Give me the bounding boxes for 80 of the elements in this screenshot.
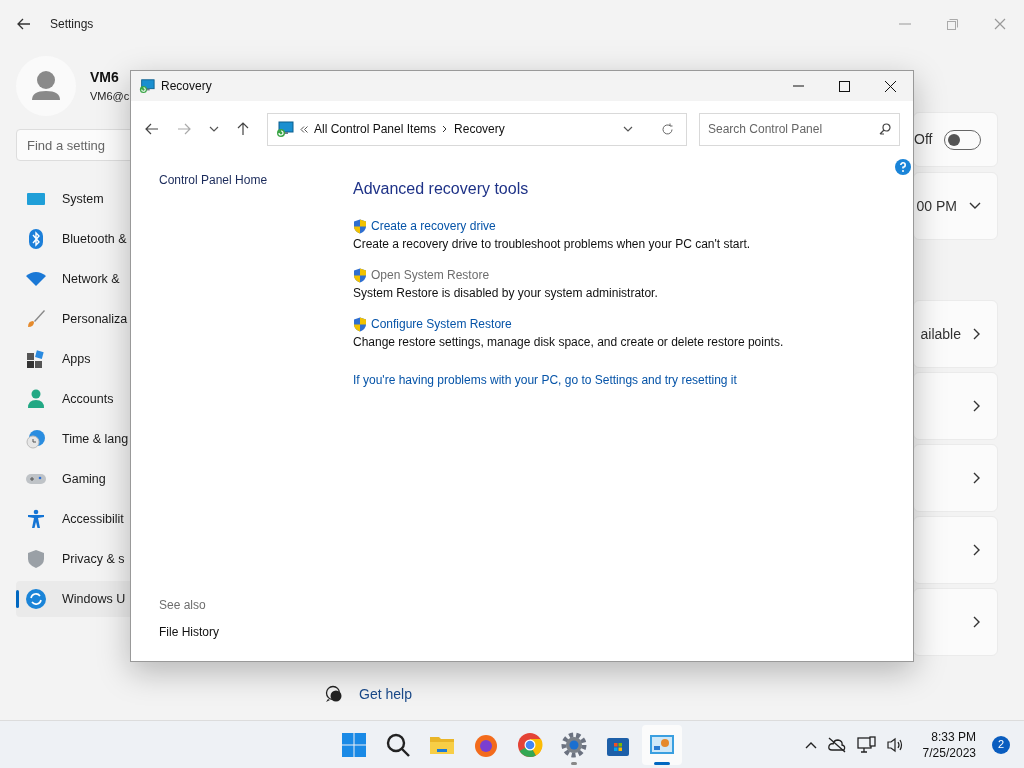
help-icon xyxy=(325,685,343,703)
search-field[interactable]: Find a setting xyxy=(16,129,130,161)
reset-link[interactable]: If you're having problems with your PC, go to Settings and try resetting it xyxy=(353,371,913,389)
user-name: VM6 xyxy=(90,68,120,88)
settings-card[interactable]: ailable xyxy=(913,300,998,368)
chevron-right-icon xyxy=(973,544,981,556)
chevron-right-icon xyxy=(973,472,981,484)
help-icon[interactable] xyxy=(895,159,911,175)
chevron-right-icon xyxy=(973,400,981,412)
close-icon[interactable] xyxy=(884,80,896,92)
settings-card[interactable]: Off xyxy=(913,112,998,167)
see-also-link[interactable]: File History xyxy=(159,623,325,641)
get-help-link[interactable]: Get help xyxy=(359,683,412,705)
chevron-right-icon xyxy=(973,616,981,628)
brush-icon xyxy=(26,309,46,329)
bluetooth-icon xyxy=(26,229,46,249)
back-arrow-icon[interactable] xyxy=(145,123,159,135)
chevron-down-icon[interactable] xyxy=(209,126,219,132)
nav-item[interactable]: System xyxy=(16,181,130,217)
address-bar[interactable]: All Control Panel Items Recovery xyxy=(267,112,687,146)
clock-time[interactable]: 8:33 PM xyxy=(931,728,976,745)
window-title: Settings xyxy=(50,16,94,33)
clock-date[interactable]: 7/25/2023 xyxy=(922,744,976,761)
nav-item[interactable]: Personaliza xyxy=(16,301,130,337)
user-email: VM6@c xyxy=(90,89,130,105)
double-chevron-icon xyxy=(300,125,308,133)
volume-icon[interactable] xyxy=(886,736,905,753)
shield-icon xyxy=(353,316,367,332)
tool-link[interactable]: Create a recovery drive xyxy=(371,217,496,235)
nav-item[interactable]: Network & xyxy=(16,261,130,297)
card-text: Off xyxy=(914,130,933,149)
dialog-title: Recovery xyxy=(161,78,212,95)
card-text: ailable xyxy=(920,324,961,344)
search-field[interactable]: Search Control Panel xyxy=(699,112,900,146)
chevron-right-icon xyxy=(973,328,981,340)
nav-item[interactable]: Windows U xyxy=(16,581,130,617)
card-text: 00 PM xyxy=(916,196,957,216)
chevron-down-icon[interactable] xyxy=(623,126,633,132)
update-icon xyxy=(26,589,46,609)
tool-link[interactable]: Configure System Restore xyxy=(371,315,512,333)
nav-item[interactable]: Bluetooth & xyxy=(16,221,130,257)
tool-description: System Restore is disabled by your system administrator. xyxy=(353,285,659,302)
breadcrumb-item[interactable]: Recovery xyxy=(454,120,505,138)
chevron-down-icon xyxy=(969,202,981,210)
settings-card[interactable]: 00 PM xyxy=(913,172,998,240)
control-panel-icon xyxy=(276,120,294,138)
accessibility-icon xyxy=(26,509,46,529)
nav-item[interactable]: Apps xyxy=(16,341,130,377)
back-arrow-icon[interactable] xyxy=(17,18,31,30)
tool-description: Create a recovery drive to troubleshoot problems when your PC can't start. xyxy=(353,236,752,253)
maximize-icon[interactable] xyxy=(838,80,850,92)
avatar-icon xyxy=(16,56,76,116)
chevron-right-icon xyxy=(442,125,449,133)
nav-item[interactable]: Gaming xyxy=(16,461,130,497)
person-icon xyxy=(26,389,46,409)
nav-item[interactable]: Time & lang xyxy=(16,421,130,457)
control-panel-icon xyxy=(139,78,155,94)
see-also-heading: See also xyxy=(159,597,207,614)
notification-count[interactable]: 2 xyxy=(992,735,1010,754)
control-panel-home-link[interactable]: Control Panel Home xyxy=(159,171,325,189)
minimize-icon[interactable] xyxy=(792,85,804,87)
apps-icon xyxy=(26,349,46,369)
breadcrumb-item[interactable]: All Control Panel Items xyxy=(314,120,437,138)
refresh-icon[interactable] xyxy=(661,122,674,136)
search-icon xyxy=(879,123,891,135)
globe-clock-icon xyxy=(26,429,46,449)
nav-item[interactable]: Accessibilit xyxy=(16,501,130,537)
shield-icon xyxy=(353,267,367,283)
tool-description: Change restore settings, manage disk space, and create or delete restore points. xyxy=(353,334,785,351)
control-panel-icon[interactable] xyxy=(642,725,682,765)
nav-item[interactable]: Accounts xyxy=(16,381,130,417)
up-arrow-icon[interactable] xyxy=(237,122,249,136)
chevron-up-icon[interactable] xyxy=(804,740,817,749)
wifi-icon xyxy=(26,269,46,289)
cloud-off-icon[interactable] xyxy=(826,736,847,753)
shield-icon xyxy=(353,218,367,234)
section-heading: Advanced recovery tools xyxy=(353,179,530,199)
network-icon[interactable] xyxy=(856,735,877,754)
shield-icon xyxy=(26,549,46,569)
nav-item[interactable]: Privacy & s xyxy=(16,541,130,577)
